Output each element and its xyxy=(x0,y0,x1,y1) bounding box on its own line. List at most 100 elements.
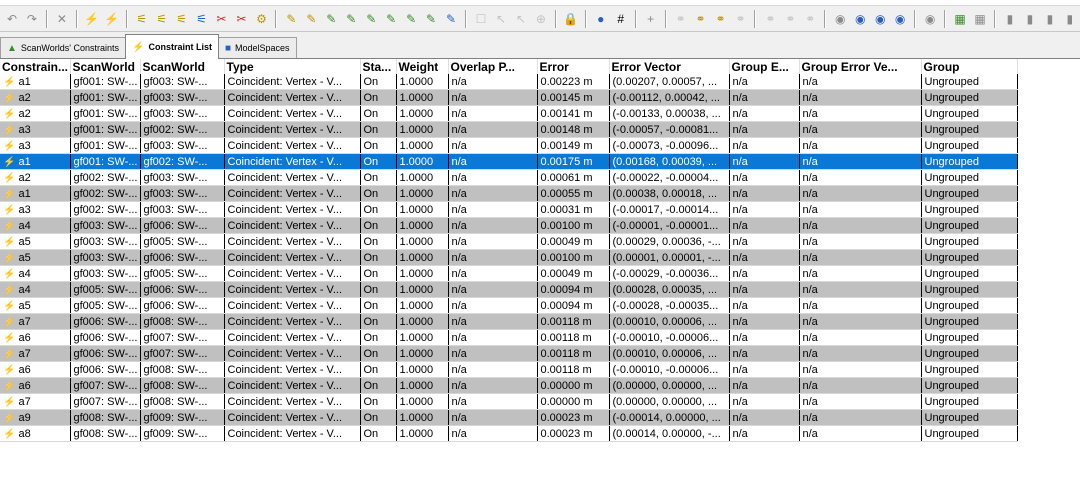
table-cell[interactable]: Ungrouped xyxy=(921,233,1018,250)
link-icon[interactable]: ⚭ xyxy=(781,10,799,28)
table-cell[interactable]: Ungrouped xyxy=(921,121,1018,138)
table-cell[interactable]: gf007: SW-... xyxy=(70,377,141,394)
table-cell[interactable]: 0.00055 m xyxy=(537,185,610,202)
table-cell[interactable]: (-0.00029, -0.00036... xyxy=(609,265,730,282)
table-cell[interactable]: 1.0000 xyxy=(396,297,449,314)
constraint-id-cell[interactable]: ⚡ a1 xyxy=(0,74,71,90)
table-cell[interactable]: 0.00100 m xyxy=(537,249,610,266)
table-cell[interactable]: Ungrouped xyxy=(921,105,1018,122)
table-cell[interactable]: 0.00141 m xyxy=(537,105,610,122)
table-cell[interactable]: n/a xyxy=(729,121,800,138)
pointer-icon[interactable]: ↖ xyxy=(512,10,530,28)
table-cell[interactable]: n/a xyxy=(799,297,922,314)
view-icon[interactable]: ◉ xyxy=(921,10,939,28)
table-cell[interactable]: gf009: SW-... xyxy=(140,425,225,442)
table-cell[interactable]: n/a xyxy=(729,249,800,266)
table-row[interactable]: ⚡ a4 gf003: SW-... gf005: SW-... Coincident:… xyxy=(0,265,1018,282)
view-icon[interactable]: ◉ xyxy=(891,10,909,28)
table-cell[interactable]: On xyxy=(360,217,397,234)
table-cell[interactable]: Coincident: Vertex - V... xyxy=(224,329,361,346)
constraint-id-cell[interactable]: ⚡ a6 xyxy=(0,377,71,394)
table-cell[interactable]: 1.0000 xyxy=(396,185,449,202)
table-cell[interactable]: Ungrouped xyxy=(921,249,1018,266)
table-cell[interactable]: n/a xyxy=(729,345,800,362)
table-cell[interactable]: n/a xyxy=(799,265,922,282)
table-cell[interactable]: Ungrouped xyxy=(921,361,1018,378)
auto-add-icon[interactable]: ✎ xyxy=(422,10,440,28)
target-icon[interactable]: ⊕ xyxy=(532,10,550,28)
table-cell[interactable]: n/a xyxy=(799,217,922,234)
table-cell[interactable]: (0.00010, 0.00006, ... xyxy=(609,313,730,330)
table-cell[interactable]: Ungrouped xyxy=(921,169,1018,186)
table-cell[interactable]: gf003: SW-... xyxy=(140,169,225,186)
table-cell[interactable]: 1.0000 xyxy=(396,201,449,218)
delete-icon[interactable]: ✕ xyxy=(53,10,71,28)
lock-icon[interactable]: 🔒 xyxy=(562,10,580,28)
table-cell[interactable]: gf008: SW-... xyxy=(140,361,225,378)
table-row[interactable]: ⚡ a2 gf001: SW-... gf003: SW-... Coincident:… xyxy=(0,89,1018,106)
table-cell[interactable]: 1.0000 xyxy=(396,361,449,378)
table-cell[interactable]: gf008: SW-... xyxy=(140,377,225,394)
table-row[interactable]: ⚡ a7 gf006: SW-... gf008: SW-... Coincident:… xyxy=(0,313,1018,330)
table-cell[interactable]: Ungrouped xyxy=(921,74,1018,90)
table-cell[interactable]: Ungrouped xyxy=(921,329,1018,346)
constraint-icon[interactable]: ⚡ xyxy=(103,10,121,28)
table-cell[interactable]: Coincident: Vertex - V... xyxy=(224,393,361,410)
table-cell[interactable]: gf003: SW-... xyxy=(70,233,141,250)
table-cell[interactable]: Ungrouped xyxy=(921,137,1018,154)
table-cell[interactable]: gf003: SW-... xyxy=(140,185,225,202)
table-cell[interactable]: On xyxy=(360,409,397,426)
table-row[interactable]: ⚡ a4 gf005: SW-... gf006: SW-... Coincident:… xyxy=(0,281,1018,298)
constraint-group-icon[interactable]: ⚟ xyxy=(193,10,211,28)
table-cell[interactable]: n/a xyxy=(729,297,800,314)
redo-icon[interactable]: ↷ xyxy=(23,10,41,28)
table-cell[interactable]: Ungrouped xyxy=(921,425,1018,442)
table-cell[interactable]: 1.0000 xyxy=(396,217,449,234)
column-header[interactable]: Overlap P... xyxy=(448,59,538,74)
table-cell[interactable]: n/a xyxy=(729,425,800,442)
panel-icon[interactable]: ▮ xyxy=(1041,10,1059,28)
table-cell[interactable]: n/a xyxy=(448,121,538,138)
table-cell[interactable]: n/a xyxy=(448,105,538,122)
table-cell[interactable]: 0.00118 m xyxy=(537,361,610,378)
auto-add-icon[interactable]: ✎ xyxy=(402,10,420,28)
table-row[interactable]: ⚡ a1 gf002: SW-... gf003: SW-... Coincident:… xyxy=(0,185,1018,202)
table-cell[interactable]: gf001: SW-... xyxy=(70,89,141,106)
table-cell[interactable]: 0.00031 m xyxy=(537,201,610,218)
table-cell[interactable]: 1.0000 xyxy=(396,89,449,106)
table-cell[interactable]: Ungrouped xyxy=(921,281,1018,298)
table-cell[interactable]: gf002: SW-... xyxy=(70,169,141,186)
table-cell[interactable]: n/a xyxy=(729,313,800,330)
table-cell[interactable]: n/a xyxy=(448,249,538,266)
column-header[interactable]: ScanWorld xyxy=(70,59,141,74)
add-icon[interactable]: + xyxy=(642,10,660,28)
table-cell[interactable]: 1.0000 xyxy=(396,169,449,186)
table-cell[interactable]: gf002: SW-... xyxy=(70,201,141,218)
table-cell[interactable]: Ungrouped xyxy=(921,185,1018,202)
table-cell[interactable]: 1.0000 xyxy=(396,393,449,410)
constraint-id-cell[interactable]: ⚡ a1 xyxy=(0,185,71,202)
panel-icon[interactable]: ▮ xyxy=(1061,10,1079,28)
table-cell[interactable]: gf007: SW-... xyxy=(70,393,141,410)
table-cell[interactable]: 1.0000 xyxy=(396,105,449,122)
column-header[interactable]: Type xyxy=(224,59,361,74)
constraint-id-cell[interactable]: ⚡ a6 xyxy=(0,329,71,346)
table-cell[interactable]: (-0.00022, -0.00004... xyxy=(609,169,730,186)
auto-add-icon[interactable]: ✎ xyxy=(382,10,400,28)
table-cell[interactable]: n/a xyxy=(799,74,922,90)
constraint-id-cell[interactable]: ⚡ a5 xyxy=(0,297,71,314)
auto-add-icon[interactable]: ✎ xyxy=(322,10,340,28)
table-row[interactable]: ⚡ a7 gf007: SW-... gf008: SW-... Coincident:… xyxy=(0,393,1018,410)
table-row[interactable]: ⚡ a1 gf001: SW-... gf002: SW-... Coincident:… xyxy=(0,153,1018,170)
table-cell[interactable]: 0.00118 m xyxy=(537,313,610,330)
table-cell[interactable]: n/a xyxy=(799,425,922,442)
column-header[interactable]: Group Error Ve... xyxy=(799,59,922,74)
constraint-id-cell[interactable]: ⚡ a7 xyxy=(0,393,71,410)
table-cell[interactable]: On xyxy=(360,185,397,202)
constraint-group-icon[interactable]: ⚟ xyxy=(153,10,171,28)
table-cell[interactable]: gf008: SW-... xyxy=(70,409,141,426)
table-cell[interactable]: Coincident: Vertex - V... xyxy=(224,217,361,234)
table-cell[interactable]: n/a xyxy=(799,409,922,426)
table-cell[interactable]: gf001: SW-... xyxy=(70,74,141,90)
table-cell[interactable]: (0.00028, 0.00035, ... xyxy=(609,281,730,298)
